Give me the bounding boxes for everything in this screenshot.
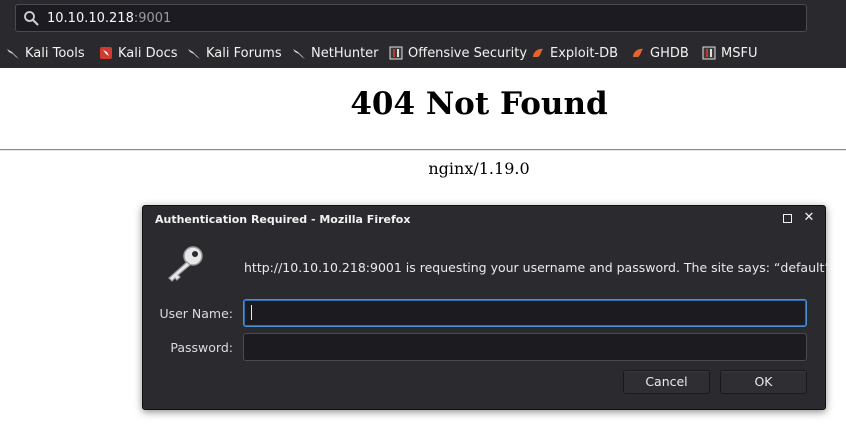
kali-docs-icon: [100, 47, 112, 59]
bookmark-label: Kali Forums: [206, 45, 282, 61]
offsec-icon: [702, 46, 716, 60]
bookmark-label: NetHunter: [311, 45, 379, 61]
cancel-button[interactable]: Cancel: [623, 370, 710, 394]
maximize-icon[interactable]: [783, 214, 792, 223]
search-icon: [24, 11, 39, 26]
page-title: 404 Not Found: [350, 86, 608, 122]
bookmark-kali-forums[interactable]: Kali Forums: [187, 43, 282, 63]
bookmark-ghdb[interactable]: GHDB: [631, 43, 689, 63]
bookmark-label: Kali Tools: [25, 45, 85, 61]
url-host: 10.10.10.218: [47, 11, 134, 26]
ok-button[interactable]: OK: [720, 370, 807, 394]
bookmark-label: Kali Docs: [118, 45, 178, 61]
text-caret: [251, 305, 252, 320]
exploit-db-icon: [533, 48, 543, 57]
bookmark-kali-tools[interactable]: Kali Tools: [6, 43, 85, 63]
browser-toolbar: 10.10.10.218:9001 Kali Tools Kali Docs K…: [0, 0, 846, 68]
bookmark-kali-docs[interactable]: Kali Docs: [99, 43, 178, 63]
bookmark-msfu[interactable]: MSFU: [702, 43, 757, 63]
close-icon[interactable]: ✕: [802, 211, 816, 225]
bookmark-label: Offensive Security: [408, 45, 528, 61]
bookmark-label: Exploit-DB: [550, 45, 619, 61]
bookmark-offensive-security[interactable]: Offensive Security: [389, 43, 527, 63]
auth-dialog: Authentication Required - Mozilla Firefo…: [142, 205, 831, 410]
offsec-icon: [389, 46, 403, 60]
url-text[interactable]: 10.10.10.218:9001: [47, 10, 171, 27]
server-signature: nginx/1.19.0: [428, 159, 530, 178]
bookmark-label: MSFU: [721, 45, 758, 61]
username-label: User Name:: [159, 306, 233, 321]
divider: [0, 149, 846, 151]
password-field[interactable]: [243, 333, 807, 361]
kali-dragon-icon: [7, 49, 19, 59]
key-icon: [168, 246, 203, 282]
kali-dragon-icon: [293, 49, 305, 59]
password-label: Password:: [170, 340, 233, 355]
dialog-title: Authentication Required - Mozilla Firefo…: [155, 213, 411, 226]
url-bar[interactable]: 10.10.10.218:9001: [15, 4, 807, 32]
bookmarks-toolbar: Kali Tools Kali Docs Kali Forums NetHunt…: [0, 40, 846, 66]
bookmark-exploit-db[interactable]: Exploit-DB: [531, 43, 618, 63]
kali-dragon-icon: [188, 49, 200, 59]
username-field[interactable]: [243, 299, 807, 327]
url-port: :9001: [133, 11, 172, 26]
bookmark-nethunter[interactable]: NetHunter: [292, 43, 379, 63]
bookmark-label: GHDB: [650, 45, 689, 61]
dialog-message: http://10.10.10.218:9001 is requesting y…: [244, 260, 831, 275]
exploit-db-icon: [633, 48, 643, 57]
